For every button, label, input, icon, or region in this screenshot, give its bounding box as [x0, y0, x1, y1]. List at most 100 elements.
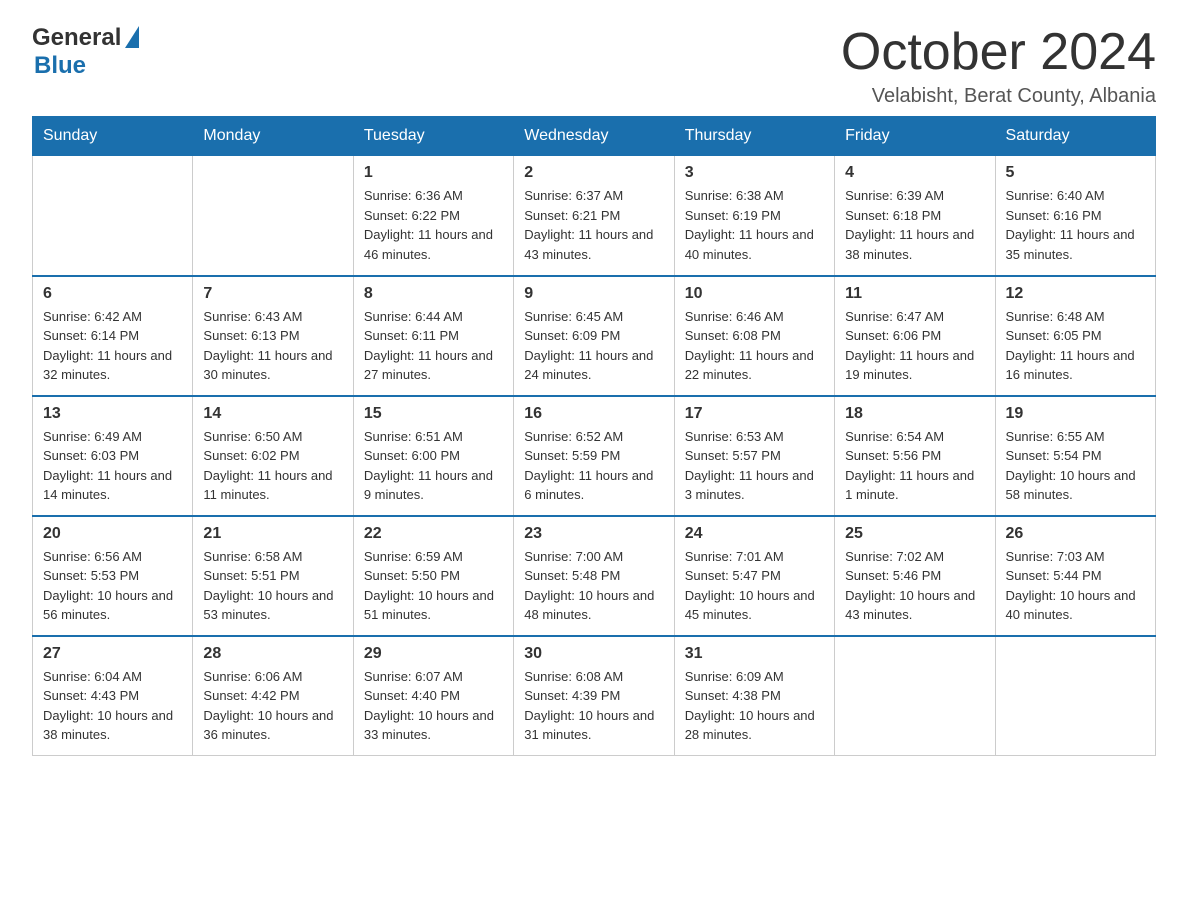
table-row: 14 Sunrise: 6:50 AMSunset: 6:02 PMDayligh… [193, 396, 353, 516]
day-info: Sunrise: 6:45 AMSunset: 6:09 PMDaylight:… [524, 307, 663, 385]
calendar-week-row: 1 Sunrise: 6:36 AMSunset: 6:22 PMDaylight… [33, 156, 1156, 276]
day-info: Sunrise: 6:53 AMSunset: 5:57 PMDaylight:… [685, 427, 824, 505]
day-number: 30 [524, 645, 663, 663]
day-info: Sunrise: 6:50 AMSunset: 6:02 PMDaylight:… [203, 427, 342, 505]
title-section: October 2024 Velabisht, Berat County, Al… [841, 24, 1156, 108]
day-number: 13 [43, 405, 182, 423]
day-number: 21 [203, 525, 342, 543]
calendar-week-row: 20 Sunrise: 6:56 AMSunset: 5:53 PMDayligh… [33, 516, 1156, 636]
day-number: 5 [1006, 164, 1145, 182]
day-info: Sunrise: 6:55 AMSunset: 5:54 PMDaylight:… [1006, 427, 1145, 505]
day-info: Sunrise: 6:48 AMSunset: 6:05 PMDaylight:… [1006, 307, 1145, 385]
table-row: 23 Sunrise: 7:00 AMSunset: 5:48 PMDayligh… [514, 516, 674, 636]
calendar-header-row: Sunday Monday Tuesday Wednesday Thursday… [33, 117, 1156, 156]
table-row: 1 Sunrise: 6:36 AMSunset: 6:22 PMDaylight… [353, 156, 513, 276]
table-row: 2Sunrise: 6:37 AMSunset: 6:21 PMDaylight… [514, 156, 674, 276]
table-row: 17 Sunrise: 6:53 AMSunset: 5:57 PMDayligh… [674, 396, 834, 516]
day-number: 19 [1006, 405, 1145, 423]
logo-triangle-icon [125, 26, 139, 48]
day-info: Sunrise: 6:38 AMSunset: 6:19 PMDaylight:… [685, 186, 824, 264]
day-number: 6 [43, 285, 182, 303]
table-row: 9 Sunrise: 6:45 AMSunset: 6:09 PMDaylight… [514, 276, 674, 396]
day-info: Sunrise: 7:00 AMSunset: 5:48 PMDaylight:… [524, 547, 663, 625]
day-number: 9 [524, 285, 663, 303]
day-info: Sunrise: 6:07 AMSunset: 4:40 PMDaylight:… [364, 667, 503, 745]
day-number: 22 [364, 525, 503, 543]
day-number: 18 [845, 405, 984, 423]
day-number: 16 [524, 405, 663, 423]
table-row: 26 Sunrise: 7:03 AMSunset: 5:44 PMDayligh… [995, 516, 1155, 636]
table-row: 18Sunrise: 6:54 AMSunset: 5:56 PMDayligh… [835, 396, 995, 516]
logo-general-text: General [32, 24, 121, 52]
day-info: Sunrise: 6:56 AMSunset: 5:53 PMDaylight:… [43, 547, 182, 625]
table-row: 21 Sunrise: 6:58 AMSunset: 5:51 PMDayligh… [193, 516, 353, 636]
table-row: 13 Sunrise: 6:49 AMSunset: 6:03 PMDayligh… [33, 396, 193, 516]
calendar-week-row: 13 Sunrise: 6:49 AMSunset: 6:03 PMDayligh… [33, 396, 1156, 516]
day-info: Sunrise: 6:43 AMSunset: 6:13 PMDaylight:… [203, 307, 342, 385]
col-friday: Friday [835, 117, 995, 156]
table-row: 19 Sunrise: 6:55 AMSunset: 5:54 PMDayligh… [995, 396, 1155, 516]
day-info: Sunrise: 6:46 AMSunset: 6:08 PMDaylight:… [685, 307, 824, 385]
day-number: 7 [203, 285, 342, 303]
day-number: 23 [524, 525, 663, 543]
table-row: 15 Sunrise: 6:51 AMSunset: 6:00 PMDayligh… [353, 396, 513, 516]
day-info: Sunrise: 6:58 AMSunset: 5:51 PMDaylight:… [203, 547, 342, 625]
table-row: 24 Sunrise: 7:01 AMSunset: 5:47 PMDayligh… [674, 516, 834, 636]
day-info: Sunrise: 7:01 AMSunset: 5:47 PMDaylight:… [685, 547, 824, 625]
calendar-table: Sunday Monday Tuesday Wednesday Thursday… [32, 116, 1156, 756]
col-monday: Monday [193, 117, 353, 156]
day-number: 17 [685, 405, 824, 423]
day-info: Sunrise: 6:52 AMSunset: 5:59 PMDaylight:… [524, 427, 663, 505]
day-number: 24 [685, 525, 824, 543]
col-tuesday: Tuesday [353, 117, 513, 156]
logo: General Blue [32, 24, 141, 80]
table-row: 31Sunrise: 6:09 AMSunset: 4:38 PMDayligh… [674, 636, 834, 756]
day-number: 8 [364, 285, 503, 303]
day-number: 28 [203, 645, 342, 663]
page-header: General Blue October 2024 Velabisht, Ber… [32, 24, 1156, 108]
day-info: Sunrise: 6:06 AMSunset: 4:42 PMDaylight:… [203, 667, 342, 745]
day-info: Sunrise: 6:09 AMSunset: 4:38 PMDaylight:… [685, 667, 824, 745]
day-info: Sunrise: 6:36 AMSunset: 6:22 PMDaylight:… [364, 186, 503, 264]
table-row: 16 Sunrise: 6:52 AMSunset: 5:59 PMDayligh… [514, 396, 674, 516]
day-info: Sunrise: 6:51 AMSunset: 6:00 PMDaylight:… [364, 427, 503, 505]
day-number: 1 [364, 164, 503, 182]
day-info: Sunrise: 6:08 AMSunset: 4:39 PMDaylight:… [524, 667, 663, 745]
table-row: 20 Sunrise: 6:56 AMSunset: 5:53 PMDayligh… [33, 516, 193, 636]
day-info: Sunrise: 6:49 AMSunset: 6:03 PMDaylight:… [43, 427, 182, 505]
table-row: 29 Sunrise: 6:07 AMSunset: 4:40 PMDayligh… [353, 636, 513, 756]
day-number: 25 [845, 525, 984, 543]
day-number: 14 [203, 405, 342, 423]
day-number: 29 [364, 645, 503, 663]
day-info: Sunrise: 6:59 AMSunset: 5:50 PMDaylight:… [364, 547, 503, 625]
day-info: Sunrise: 7:03 AMSunset: 5:44 PMDaylight:… [1006, 547, 1145, 625]
table-row [995, 636, 1155, 756]
day-number: 20 [43, 525, 182, 543]
calendar-week-row: 6Sunrise: 6:42 AMSunset: 6:14 PMDaylight… [33, 276, 1156, 396]
table-row: 7 Sunrise: 6:43 AMSunset: 6:13 PMDaylight… [193, 276, 353, 396]
table-row: 6Sunrise: 6:42 AMSunset: 6:14 PMDaylight… [33, 276, 193, 396]
day-number: 15 [364, 405, 503, 423]
day-info: Sunrise: 6:37 AMSunset: 6:21 PMDaylight:… [524, 186, 663, 264]
col-saturday: Saturday [995, 117, 1155, 156]
table-row: 25 Sunrise: 7:02 AMSunset: 5:46 PMDayligh… [835, 516, 995, 636]
day-info: Sunrise: 7:02 AMSunset: 5:46 PMDaylight:… [845, 547, 984, 625]
table-row [193, 156, 353, 276]
calendar-week-row: 27Sunrise: 6:04 AMSunset: 4:43 PMDayligh… [33, 636, 1156, 756]
table-row: 4Sunrise: 6:39 AMSunset: 6:18 PMDaylight… [835, 156, 995, 276]
day-info: Sunrise: 6:39 AMSunset: 6:18 PMDaylight:… [845, 186, 984, 264]
table-row: 8 Sunrise: 6:44 AMSunset: 6:11 PMDaylight… [353, 276, 513, 396]
location-title: Velabisht, Berat County, Albania [841, 85, 1156, 108]
table-row: 5Sunrise: 6:40 AMSunset: 6:16 PMDaylight… [995, 156, 1155, 276]
table-row: 12 Sunrise: 6:48 AMSunset: 6:05 PMDayligh… [995, 276, 1155, 396]
day-number: 3 [685, 164, 824, 182]
day-number: 27 [43, 645, 182, 663]
table-row: 11Sunrise: 6:47 AMSunset: 6:06 PMDayligh… [835, 276, 995, 396]
day-info: Sunrise: 6:44 AMSunset: 6:11 PMDaylight:… [364, 307, 503, 385]
day-number: 26 [1006, 525, 1145, 543]
day-number: 12 [1006, 285, 1145, 303]
day-number: 10 [685, 285, 824, 303]
day-info: Sunrise: 6:47 AMSunset: 6:06 PMDaylight:… [845, 307, 984, 385]
table-row: 27Sunrise: 6:04 AMSunset: 4:43 PMDayligh… [33, 636, 193, 756]
table-row: 28 Sunrise: 6:06 AMSunset: 4:42 PMDayligh… [193, 636, 353, 756]
